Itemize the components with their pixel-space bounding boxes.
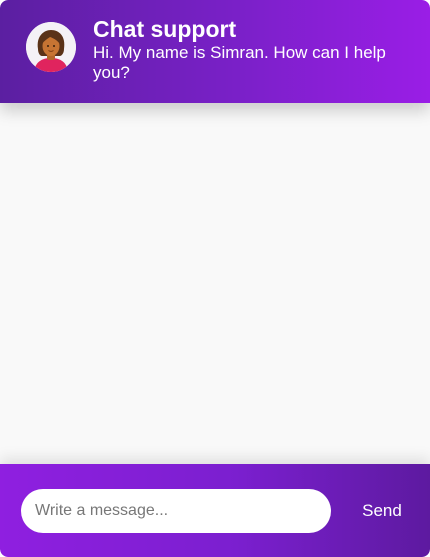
send-button[interactable]: Send: [346, 489, 418, 533]
chat-title: Chat support: [93, 16, 237, 42]
message-list[interactable]: [0, 103, 430, 464]
avatar: [26, 22, 76, 72]
chat-greeting: Hi. My name is Simran. How can I help yo…: [93, 43, 386, 82]
chat-header: Chat support Hi. My name is Simran. How …: [0, 0, 430, 103]
chat-window: Chat support Hi. My name is Simran. How …: [0, 0, 430, 557]
chat-footer: Send: [0, 464, 430, 557]
message-input[interactable]: [21, 489, 331, 533]
woman-avatar-icon: [26, 22, 76, 72]
